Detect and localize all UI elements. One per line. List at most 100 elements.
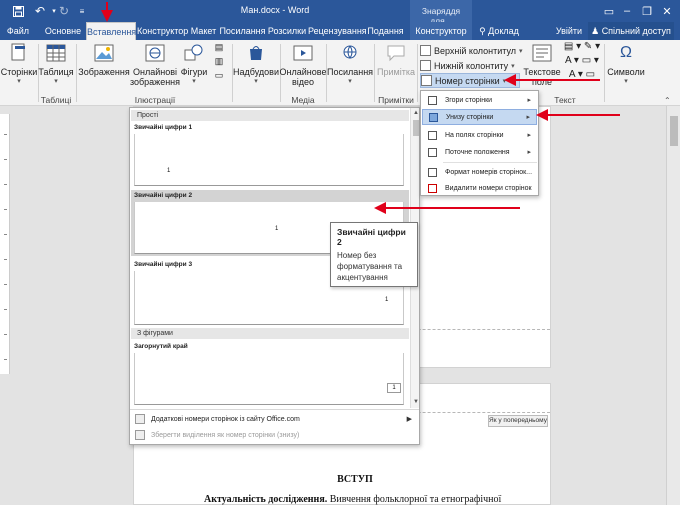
chevron-down-icon: ▾: [502, 77, 507, 85]
paragraph-text: Вивчення фольклорної та етнографічної: [327, 494, 502, 505]
top-of-page-icon: [428, 95, 437, 105]
save-selection-label: Зберегти виділення як номер сторінки (зн…: [151, 431, 300, 439]
textbox-button[interactable]: Текстове поле: [522, 42, 562, 87]
submenu-arrow-icon: ▸: [527, 149, 531, 156]
tab-design[interactable]: Конструктор: [137, 22, 188, 40]
group-label-tables: Таблиці: [40, 95, 72, 105]
picture-icon: [93, 42, 115, 64]
footer-label: Нижній колонтиту: [434, 60, 509, 71]
tab-view[interactable]: Подання: [366, 22, 405, 40]
scroll-up-icon[interactable]: ▲: [412, 109, 419, 117]
tab-references[interactable]: Посилання: [219, 22, 266, 40]
document-heading: ВСТУП: [337, 474, 373, 485]
vertical-ruler: [0, 114, 10, 374]
minimize-icon[interactable]: –: [618, 2, 636, 20]
tab-insert[interactable]: Вставлення: [86, 22, 136, 40]
links-button[interactable]: Посилання ▾: [327, 42, 373, 87]
more-page-numbers-item[interactable]: Додаткові номери сторінок із сайту Offic…: [130, 411, 419, 427]
online-pictures-button[interactable]: Онлайнові зображення: [130, 42, 180, 87]
gallery-item-title: Загорнутий край: [134, 343, 188, 350]
pictures-button[interactable]: Зображення: [78, 42, 130, 77]
menu-item-top-of-page[interactable]: Згори сторінки ▸: [422, 92, 537, 108]
header-button[interactable]: Верхній колонтитул ▾: [420, 43, 523, 58]
comment-button[interactable]: Примітка: [376, 42, 416, 77]
person-icon: ♟: [591, 26, 600, 36]
share-label: Спільний доступ: [601, 26, 671, 36]
footer-button[interactable]: Нижній колонтиту ▾: [420, 58, 515, 73]
page-number-sample: 1: [385, 297, 389, 303]
menu-item-format-page-numbers[interactable]: Формат номерів сторінок...: [422, 164, 537, 180]
pages-icon: [8, 42, 30, 64]
gallery-item-title: Звичайні цифри 3: [134, 261, 193, 268]
save-icon[interactable]: [10, 3, 26, 19]
menu-item-remove-page-numbers[interactable]: Видалити номери сторінок: [422, 180, 537, 196]
redo-icon[interactable]: ↻: [56, 3, 72, 19]
separator: [76, 44, 77, 102]
scroll-down-icon[interactable]: ▼: [412, 398, 419, 406]
submenu-arrow-icon: ▸: [527, 132, 531, 139]
menu-item-bottom-of-page[interactable]: Унизу сторінки ▸: [422, 109, 537, 125]
tab-hf-design[interactable]: Конструктор: [410, 22, 472, 40]
vertical-scrollbar[interactable]: [666, 106, 680, 505]
comment-label: Примітка: [377, 67, 415, 77]
gallery-tooltip: Звичайні цифри 2 Номер без форматування …: [330, 222, 418, 287]
tab-review[interactable]: Рецензування: [308, 22, 367, 40]
collapse-ribbon-icon[interactable]: ⌃: [664, 96, 671, 105]
text-small-buttons[interactable]: ▤ ▾ ✎ ▾ A ▾ ▭ ▾ A ▾ ▭: [562, 42, 602, 80]
page-number-sample: 1: [275, 226, 279, 232]
table-button[interactable]: Таблиця ▾: [38, 42, 74, 87]
format-page-numbers-icon: [428, 167, 437, 177]
store-icon: [245, 42, 267, 64]
tell-me-label: Доклад: [488, 26, 519, 36]
textbox-icon: [531, 42, 553, 64]
save-selection-item[interactable]: Зберегти виділення як номер сторінки (зн…: [130, 427, 419, 443]
ribbon: Сторінки ▾ Таблиця ▾ Таблиці Зображення …: [0, 40, 680, 106]
close-icon[interactable]: ✕: [658, 2, 676, 20]
shapes-button[interactable]: Фігури ▾: [180, 42, 208, 87]
online-video-button[interactable]: Онлайнове відео: [280, 42, 326, 87]
group-label-text: Текст: [554, 95, 576, 105]
comment-icon: [385, 42, 407, 64]
sign-in-link[interactable]: Увійти: [552, 22, 586, 40]
current-position-icon: [428, 147, 437, 157]
gallery-item-title: Звичайні цифри 1: [134, 124, 193, 131]
chart-icon: ▥: [214, 56, 224, 66]
group-label-media: Медіа: [291, 95, 315, 105]
dropcap-icon: A ▾ ▭: [568, 69, 596, 80]
gallery-item-folded-corner[interactable]: Загорнутий край 1: [131, 341, 409, 407]
menu-item-label: Унизу сторінки: [446, 113, 494, 121]
gallery-scroll-thumb[interactable]: [413, 120, 419, 136]
menu-item-label: Поточне положення: [445, 148, 510, 156]
page-number-button[interactable]: Номер сторінки ▾: [420, 73, 520, 88]
bottom-of-page-icon: [429, 112, 438, 122]
restore-icon[interactable]: ❐: [638, 2, 656, 20]
ribbon-options-icon[interactable]: ▭: [600, 2, 618, 20]
symbols-button[interactable]: Ω Символи ▾: [606, 42, 646, 87]
menu-item-current-position[interactable]: Поточне положення ▸: [422, 144, 537, 160]
menu-item-page-margins[interactable]: На полях сторінки ▸: [422, 127, 537, 143]
smartart-small-buttons[interactable]: ▤ ▥ ▭: [210, 42, 228, 80]
menu-item-label: Згори сторінки: [445, 96, 493, 104]
share-button[interactable]: ♟ Спільний доступ: [588, 22, 674, 40]
scrollbar-thumb[interactable]: [670, 116, 678, 146]
tab-mailings[interactable]: Розсилки: [266, 22, 308, 40]
tab-file[interactable]: Файл: [0, 22, 36, 40]
tab-home[interactable]: Основне: [40, 22, 86, 40]
ribbon-tabs: Файл Основне Вставлення Конструктор Маке…: [0, 22, 680, 40]
addins-button[interactable]: Надбудови ▾: [233, 42, 279, 87]
footer-icon: [420, 60, 431, 71]
separator: [443, 162, 537, 163]
shapes-icon: [183, 42, 205, 64]
remove-page-numbers-icon: [428, 183, 437, 193]
gallery-item-plain-1[interactable]: Звичайні цифри 1 1: [131, 122, 409, 188]
customize-qat-icon[interactable]: ≡: [74, 3, 90, 19]
menu-item-label: Видалити номери сторінок: [445, 184, 532, 192]
save-gallery-icon: [135, 430, 145, 440]
tell-me-box[interactable]: ⚲ Доклад: [478, 22, 520, 40]
online-pictures-label-2: зображення: [129, 77, 181, 87]
gallery-item-title: Звичайні цифри 2: [134, 192, 193, 199]
tab-layout[interactable]: Макет: [189, 22, 218, 40]
pages-button[interactable]: Сторінки ▾: [0, 42, 38, 87]
pages-label: Сторінки: [0, 67, 38, 77]
textbox-label-2: поле: [532, 77, 552, 87]
